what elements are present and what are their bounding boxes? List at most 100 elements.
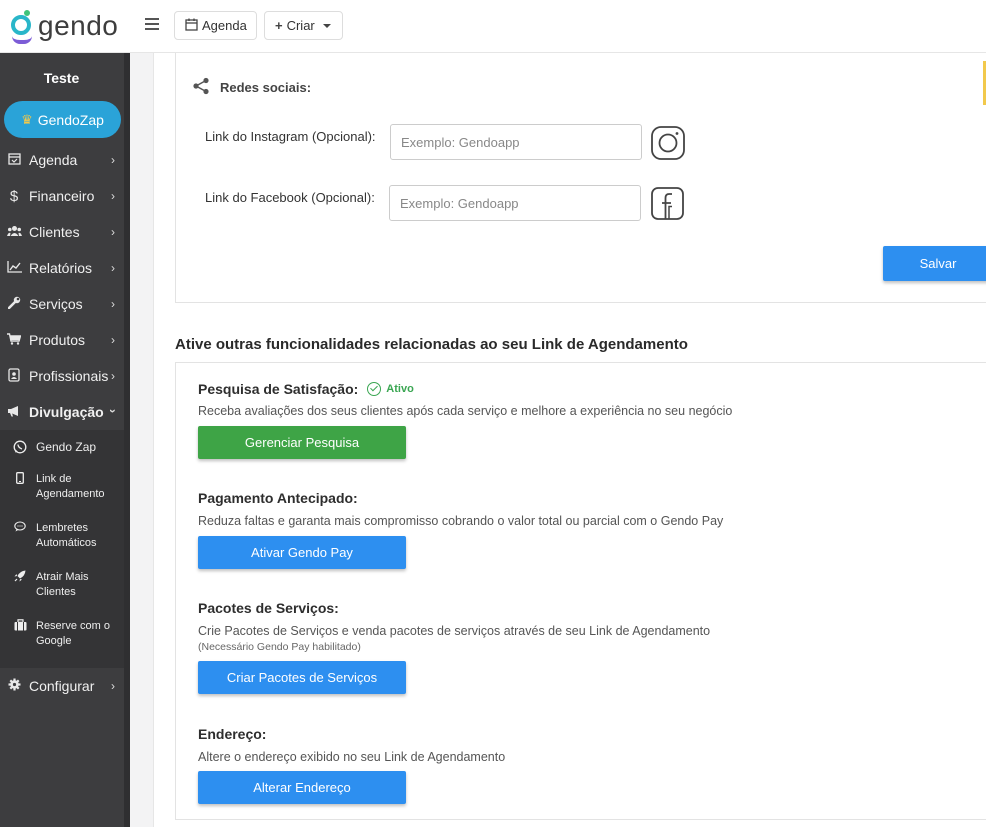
divulgacao-submenu: Gendo Zap Link de Agendamento Lembretes … bbox=[0, 430, 124, 668]
features-heading: Ative outras funcionalidades relacionada… bbox=[175, 336, 688, 353]
features-card: Pesquisa de Satisfação: Ativo Receba ava… bbox=[175, 362, 986, 820]
change-address-button[interactable]: Alterar Endereço bbox=[198, 771, 406, 804]
chat-icon bbox=[13, 521, 27, 537]
chevron-right-icon: › bbox=[111, 261, 115, 275]
cart-icon bbox=[6, 332, 22, 348]
sidebar-item-label: Agenda bbox=[29, 152, 78, 168]
id-badge-icon bbox=[6, 367, 22, 385]
chevron-right-icon: › bbox=[111, 369, 115, 383]
wrench-icon bbox=[6, 296, 22, 312]
users-icon bbox=[6, 225, 22, 240]
gendozap-button[interactable]: ♛ GendoZap bbox=[4, 101, 121, 138]
feature-title-text: Pesquisa de Satisfação: bbox=[198, 381, 359, 397]
submenu-item-reserve-google[interactable]: Reserve com o Google bbox=[0, 619, 124, 649]
feature-desc-pesquisa: Receba avaliações dos seus clientes após… bbox=[198, 404, 733, 418]
submenu-item-label: Lembretes Automáticos bbox=[36, 522, 97, 549]
gear-icon bbox=[6, 678, 22, 694]
sidebar-item-label: Configurar bbox=[29, 678, 95, 694]
chevron-right-icon: › bbox=[111, 297, 115, 311]
chevron-down-icon: › bbox=[106, 409, 120, 413]
criar-button-label: Criar bbox=[286, 18, 315, 33]
feature-title-pagamento: Pagamento Antecipado: bbox=[198, 490, 358, 506]
status-text: Ativo bbox=[386, 383, 414, 395]
logo-text: gendo bbox=[38, 10, 119, 41]
sidebar-item-relatorios[interactable]: Relatórios › bbox=[0, 254, 123, 282]
briefcase-icon bbox=[13, 619, 27, 636]
chevron-right-icon: › bbox=[111, 153, 115, 167]
logo-mark-icon bbox=[10, 10, 34, 44]
sidebar-item-label: Divulgação bbox=[29, 404, 104, 420]
calendar-icon bbox=[185, 18, 198, 34]
status-badge: Ativo bbox=[367, 382, 414, 396]
sidebar-item-agenda[interactable]: Agenda › bbox=[0, 146, 123, 174]
dollar-icon: $ bbox=[9, 187, 19, 205]
check-circle-icon bbox=[367, 382, 382, 396]
feature-title-pesquisa: Pesquisa de Satisfação: Ativo bbox=[198, 381, 414, 397]
social-heading-text: Redes sociais: bbox=[220, 80, 312, 95]
plus-icon: + bbox=[275, 18, 283, 33]
megaphone-icon bbox=[6, 405, 22, 420]
chevron-right-icon: › bbox=[111, 225, 115, 239]
sidebar-item-label: Produtos bbox=[29, 332, 86, 348]
submenu-item-gendo-zap[interactable]: Gendo Zap bbox=[0, 440, 124, 459]
sidebar-item-financeiro[interactable]: $ Financeiro › bbox=[0, 182, 123, 210]
gendozap-label: GendoZap bbox=[37, 111, 104, 128]
sidebar-item-clientes[interactable]: Clientes › bbox=[0, 218, 123, 246]
share-icon bbox=[192, 77, 220, 98]
sidebar-item-profissionais[interactable]: Profissionais › bbox=[0, 362, 123, 390]
instagram-input[interactable] bbox=[390, 124, 642, 160]
save-button[interactable]: Salvar bbox=[883, 246, 986, 281]
sidebar-item-label: Serviços bbox=[29, 296, 83, 312]
submenu-item-atrair-clientes[interactable]: Atrair Mais Clientes bbox=[0, 570, 124, 600]
feature-desc-pacotes: Crie Pacotes de Serviços e venda pacotes… bbox=[198, 624, 711, 638]
feature-title-pacotes: Pacotes de Serviços: bbox=[198, 600, 339, 616]
sidebar-item-produtos[interactable]: Produtos › bbox=[0, 326, 123, 354]
submenu-item-label: Reserve com o Google bbox=[36, 620, 110, 647]
crown-icon: ♛ bbox=[21, 111, 33, 127]
sidebar-item-divulgacao[interactable]: Divulgação › bbox=[0, 398, 123, 426]
feature-note-pacotes: (Necessário Gendo Pay habilitado) bbox=[198, 641, 361, 653]
top-bar: gendo Agenda + Criar bbox=[0, 0, 986, 53]
social-heading: Redes sociais: bbox=[192, 77, 311, 98]
chevron-right-icon: › bbox=[111, 189, 115, 203]
create-packages-button[interactable]: Criar Pacotes de Serviços bbox=[198, 661, 406, 694]
sidebar-edge bbox=[124, 53, 130, 827]
main-content: Redes sociais: Link do Instagram (Opcion… bbox=[153, 53, 986, 827]
manage-survey-button[interactable]: Gerenciar Pesquisa bbox=[198, 426, 406, 459]
caret-down-icon bbox=[322, 23, 331, 28]
sidebar-item-label: Relatórios bbox=[29, 260, 93, 276]
sidebar-item-label: Profissionais bbox=[29, 368, 109, 384]
instagram-icon bbox=[651, 126, 685, 160]
gendo-logo[interactable]: gendo bbox=[10, 8, 118, 44]
sidebar: Teste ♛ GendoZap Agenda › $ Financeiro ›… bbox=[0, 53, 130, 827]
criar-dropdown-button[interactable]: + Criar bbox=[264, 11, 343, 40]
menu-toggle-icon[interactable] bbox=[145, 17, 159, 31]
agenda-button[interactable]: Agenda bbox=[174, 11, 257, 40]
submenu-item-label: Atrair Mais Clientes bbox=[36, 571, 89, 598]
feature-desc-pagamento: Reduza faltas e garanta mais compromisso… bbox=[198, 514, 724, 528]
submenu-item-label: Link de Agendamento bbox=[36, 473, 105, 500]
instagram-label: Link do Instagram (Opcional): bbox=[205, 129, 376, 144]
rocket-icon bbox=[13, 570, 27, 587]
mobile-icon bbox=[13, 472, 27, 489]
facebook-input[interactable] bbox=[389, 185, 641, 221]
submenu-item-link-agendamento[interactable]: Link de Agendamento bbox=[0, 472, 124, 502]
agenda-button-label: Agenda bbox=[202, 18, 247, 33]
feature-desc-endereco: Altere o endereço exibido no seu Link de… bbox=[198, 750, 506, 764]
sidebar-item-label: Clientes bbox=[29, 224, 80, 240]
whatsapp-icon bbox=[13, 440, 27, 459]
feature-title-endereco: Endereço: bbox=[198, 726, 267, 742]
sidebar-item-label: Financeiro bbox=[29, 188, 95, 204]
calendar-icon bbox=[6, 152, 22, 168]
facebook-icon bbox=[651, 187, 685, 221]
chevron-right-icon: › bbox=[111, 333, 115, 347]
submenu-item-lembretes[interactable]: Lembretes Automáticos bbox=[0, 521, 124, 551]
activate-gendo-pay-button[interactable]: Ativar Gendo Pay bbox=[198, 536, 406, 569]
sidebar-item-servicos[interactable]: Serviços › bbox=[0, 290, 123, 318]
sidebar-item-configurar[interactable]: Configurar › bbox=[0, 672, 123, 700]
submenu-item-label: Gendo Zap bbox=[36, 440, 97, 454]
facebook-label: Link do Facebook (Opcional): bbox=[205, 190, 375, 205]
chart-line-icon bbox=[6, 260, 22, 276]
chevron-right-icon: › bbox=[111, 679, 115, 693]
sidebar-user-name: Teste bbox=[43, 70, 80, 86]
